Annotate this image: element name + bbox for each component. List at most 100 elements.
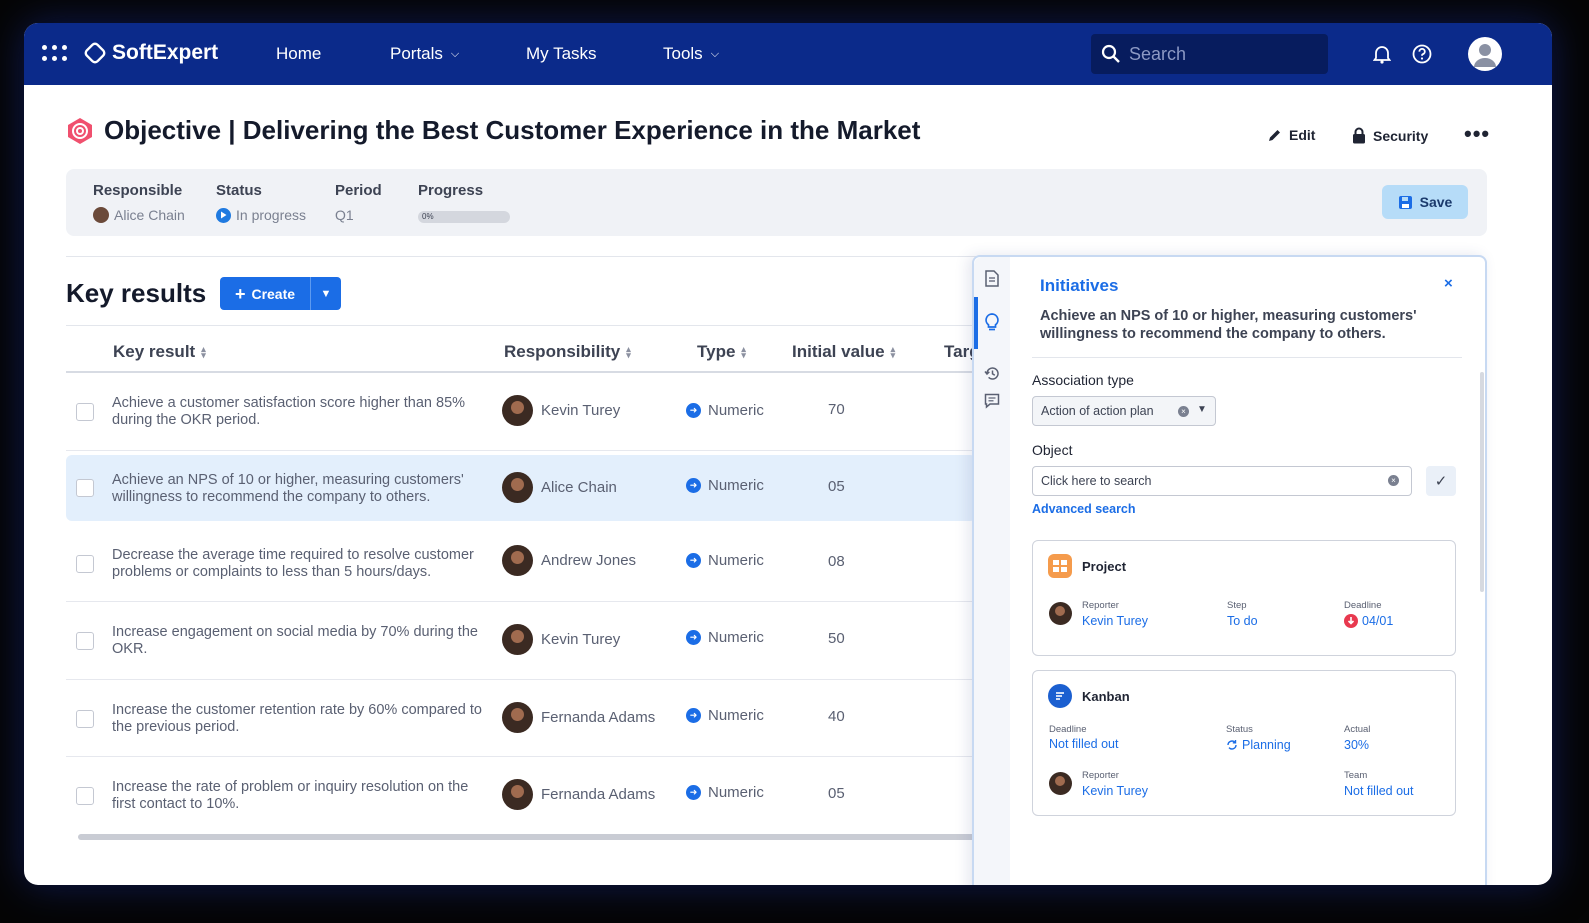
- project-card[interactable]: Project Reporter Kevin Turey Step To do …: [1032, 540, 1456, 656]
- comment-icon[interactable]: [983, 392, 1001, 410]
- row-checkbox[interactable]: [76, 632, 94, 650]
- initial-value: 05: [828, 785, 845, 802]
- column-header-label: Type: [697, 342, 736, 361]
- initial-value: 05: [828, 477, 845, 495]
- lock-icon: [1353, 127, 1365, 144]
- person-name: Kevin Turey: [541, 631, 621, 648]
- avatar: [1049, 772, 1072, 795]
- status-field: Status In progress: [216, 182, 306, 223]
- column-header-initial-value[interactable]: Initial value ▴ ▾: [792, 342, 895, 362]
- table-row[interactable]: Increase the rate of problem or inquiry …: [66, 757, 976, 835]
- search-icon: [1101, 44, 1120, 63]
- progress-label: Progress: [418, 182, 484, 199]
- key-result-text: Increase the customer retention rate by …: [112, 701, 482, 735]
- more-options-icon[interactable]: •••: [1464, 121, 1490, 147]
- deadline-value[interactable]: 04/01: [1344, 614, 1393, 628]
- horizontal-scrollbar[interactable]: [78, 834, 976, 840]
- sort-icon: ▴ ▾: [890, 344, 896, 360]
- nav-my-tasks-label: My Tasks: [526, 44, 597, 63]
- column-header-responsibility[interactable]: Responsibility ▴ ▾: [504, 342, 631, 362]
- avatar: [1049, 602, 1072, 625]
- close-icon[interactable]: ×: [1444, 275, 1453, 292]
- status-value[interactable]: Planning: [1226, 738, 1291, 752]
- row-checkbox[interactable]: [76, 554, 94, 573]
- global-search[interactable]: [1091, 34, 1328, 74]
- period-field: Period Q1: [335, 182, 382, 223]
- reporter-link[interactable]: Kevin Turey: [1082, 784, 1148, 798]
- bell-icon[interactable]: [1370, 42, 1394, 66]
- arrow-right-icon: ➜: [686, 403, 701, 418]
- table-row[interactable]: Increase the customer retention rate by …: [66, 680, 976, 757]
- history-icon[interactable]: [983, 364, 1001, 382]
- person-name: Fernanda Adams: [541, 708, 656, 726]
- confirm-check-button[interactable]: ✓: [1426, 466, 1456, 496]
- field-value: Kevin Turey: [1082, 614, 1149, 628]
- person-name: Andrew Jones: [541, 551, 637, 569]
- period-value: Q1: [335, 207, 354, 223]
- create-button[interactable]: + Create: [220, 277, 310, 310]
- brand-logo[interactable]: SoftExpert: [82, 40, 219, 66]
- key-result-text: Achieve a customer satisfaction score hi…: [112, 395, 466, 428]
- arrow-right-icon: ➜: [686, 785, 701, 800]
- clear-icon[interactable]: ×: [1178, 406, 1189, 417]
- nav-tools[interactable]: Tools ⌵: [663, 44, 719, 64]
- field-label: Actual: [1344, 724, 1371, 735]
- user-avatar[interactable]: [1468, 37, 1502, 71]
- nav-home[interactable]: Home: [276, 44, 321, 64]
- association-type-select[interactable]: Action of action plan × ▼: [1032, 396, 1216, 426]
- team-value[interactable]: Not filled out: [1344, 784, 1413, 798]
- step-value[interactable]: To do: [1227, 614, 1258, 628]
- security-button[interactable]: Security: [1352, 127, 1428, 144]
- table-row[interactable]: Achieve a customer satisfaction score hi…: [66, 373, 976, 451]
- panel-title: Initiatives: [1040, 276, 1119, 295]
- brand-name: SoftExpert: [112, 41, 219, 64]
- column-header-label: Key result: [113, 342, 196, 361]
- status-value: In progress: [236, 207, 307, 223]
- table-row[interactable]: Achieve an NPS of 10 or higher, measurin…: [66, 454, 976, 521]
- clear-icon[interactable]: ×: [1388, 475, 1399, 486]
- kanban-card[interactable]: Kanban Deadline Not filled out Status Pl…: [1032, 670, 1456, 816]
- search-input[interactable]: [1129, 43, 1309, 65]
- app-window: SoftExpert Home Portals ⌵ My Tasks Tools…: [24, 23, 1552, 885]
- save-label: Save: [1419, 194, 1453, 210]
- objective-target-icon: [66, 117, 94, 145]
- association-type-label: Association type: [1032, 372, 1134, 388]
- object-search-input[interactable]: [1032, 466, 1412, 496]
- nav-my-tasks[interactable]: My Tasks: [526, 44, 597, 64]
- nav-portals[interactable]: Portals ⌵: [390, 44, 459, 64]
- create-dropdown-button[interactable]: ▼: [311, 288, 341, 300]
- table-row[interactable]: Increase engagement on social media by 7…: [66, 602, 976, 680]
- help-icon[interactable]: [1410, 42, 1434, 66]
- advanced-search-link[interactable]: Advanced search: [1032, 502, 1136, 516]
- deadline-value[interactable]: Not filled out: [1049, 737, 1118, 751]
- vertical-scrollbar[interactable]: [1480, 372, 1484, 592]
- card-title: Kanban: [1082, 689, 1130, 704]
- edit-button[interactable]: Edit: [1267, 127, 1315, 143]
- document-icon[interactable]: [983, 269, 1001, 287]
- reporter-link[interactable]: Kevin Turey: [1082, 614, 1148, 628]
- object-label: Object: [1032, 442, 1073, 458]
- caret-down-icon: ▼: [320, 287, 332, 300]
- column-header-type[interactable]: Type ▴ ▾: [697, 342, 746, 362]
- row-checkbox[interactable]: [76, 403, 94, 421]
- create-split-button: + Create ▼: [220, 277, 341, 310]
- column-header-key-result[interactable]: Key result ▴ ▾: [113, 342, 206, 362]
- field-value: 30%: [1344, 738, 1370, 752]
- lightbulb-icon[interactable]: [983, 313, 1001, 331]
- nav-portals-label: Portals: [390, 44, 443, 63]
- save-button[interactable]: Save: [1382, 185, 1468, 219]
- arrow-right-icon: ➜: [686, 477, 701, 493]
- table-row[interactable]: Decrease the average time required to re…: [66, 525, 976, 602]
- initial-value: 40: [828, 707, 845, 725]
- initial-value: 70: [828, 401, 845, 418]
- row-checkbox[interactable]: [76, 478, 94, 497]
- row-checkbox[interactable]: [76, 709, 94, 728]
- progress-bar: 0%: [418, 211, 510, 223]
- row-checkbox[interactable]: [76, 787, 94, 805]
- field-label: Reporter: [1082, 600, 1119, 611]
- caret-down-icon[interactable]: ▼: [1197, 404, 1207, 415]
- app-grid-icon[interactable]: [42, 45, 67, 63]
- initial-value: 08: [828, 552, 845, 570]
- period-label: Period: [335, 182, 382, 199]
- column-header-label: Initial value: [792, 342, 885, 361]
